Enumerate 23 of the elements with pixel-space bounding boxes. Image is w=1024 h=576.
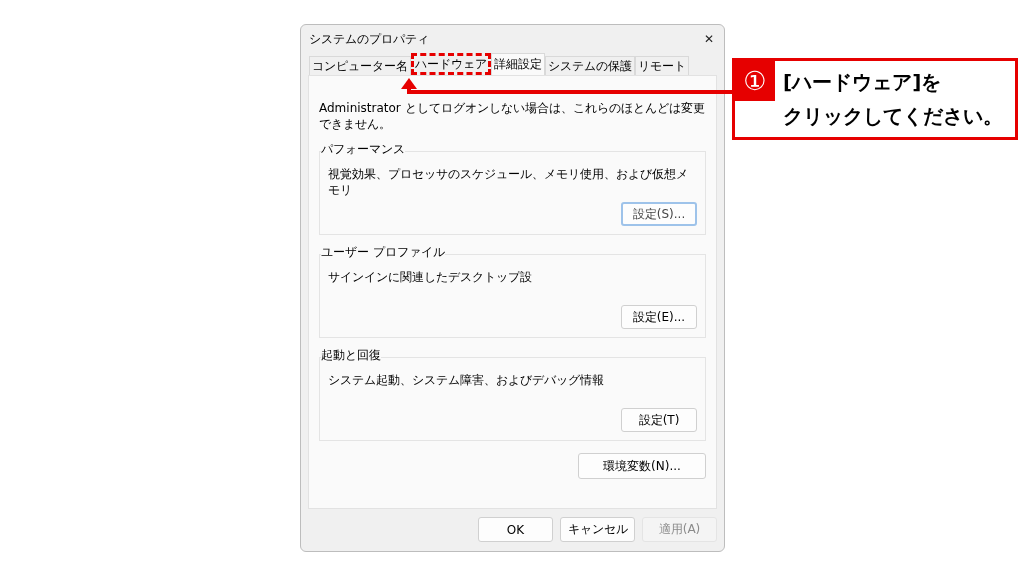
tab[interactable]: リモート	[635, 56, 689, 75]
dialog-button[interactable]: キャンセル	[560, 517, 635, 542]
group-description: 視覚効果、プロセッサのスケジュール、メモリ使用、および仮想メモリ	[328, 166, 689, 198]
environment-variables-button[interactable]: 環境変数(N)...	[578, 453, 706, 479]
close-button[interactable]: ✕	[699, 30, 718, 48]
window-title: システムのプロパティ	[309, 30, 429, 48]
group-description: サインインに関連したデスクトップ設	[328, 269, 533, 285]
callout-text: [ハードウェア]を	[783, 69, 943, 96]
callout-text: クリックしてください。	[783, 103, 1003, 130]
group-title: ユーザー プロファイル	[321, 245, 445, 260]
tab[interactable]: ハードウェア	[411, 53, 491, 75]
settings-button[interactable]: 設定(S)...	[621, 202, 697, 226]
settings-button[interactable]: 設定(E)...	[621, 305, 697, 329]
tab[interactable]: コンピューター名	[309, 56, 411, 75]
group-description: システム起動、システム障害、およびデバッグ情報	[328, 372, 605, 388]
group-title: パフォーマンス	[321, 142, 405, 157]
tab[interactable]: 詳細設定	[491, 53, 545, 75]
dialog-button[interactable]: OK	[478, 517, 553, 542]
group-title: 起動と回復	[321, 348, 381, 363]
step-number: ①	[735, 61, 775, 101]
settings-button[interactable]: 設定(T)	[621, 408, 697, 432]
notice-text: Administrator としてログオンしない場合は、これらのほとんどは変更できません。	[319, 100, 706, 132]
tab[interactable]: システムの保護	[545, 56, 635, 75]
